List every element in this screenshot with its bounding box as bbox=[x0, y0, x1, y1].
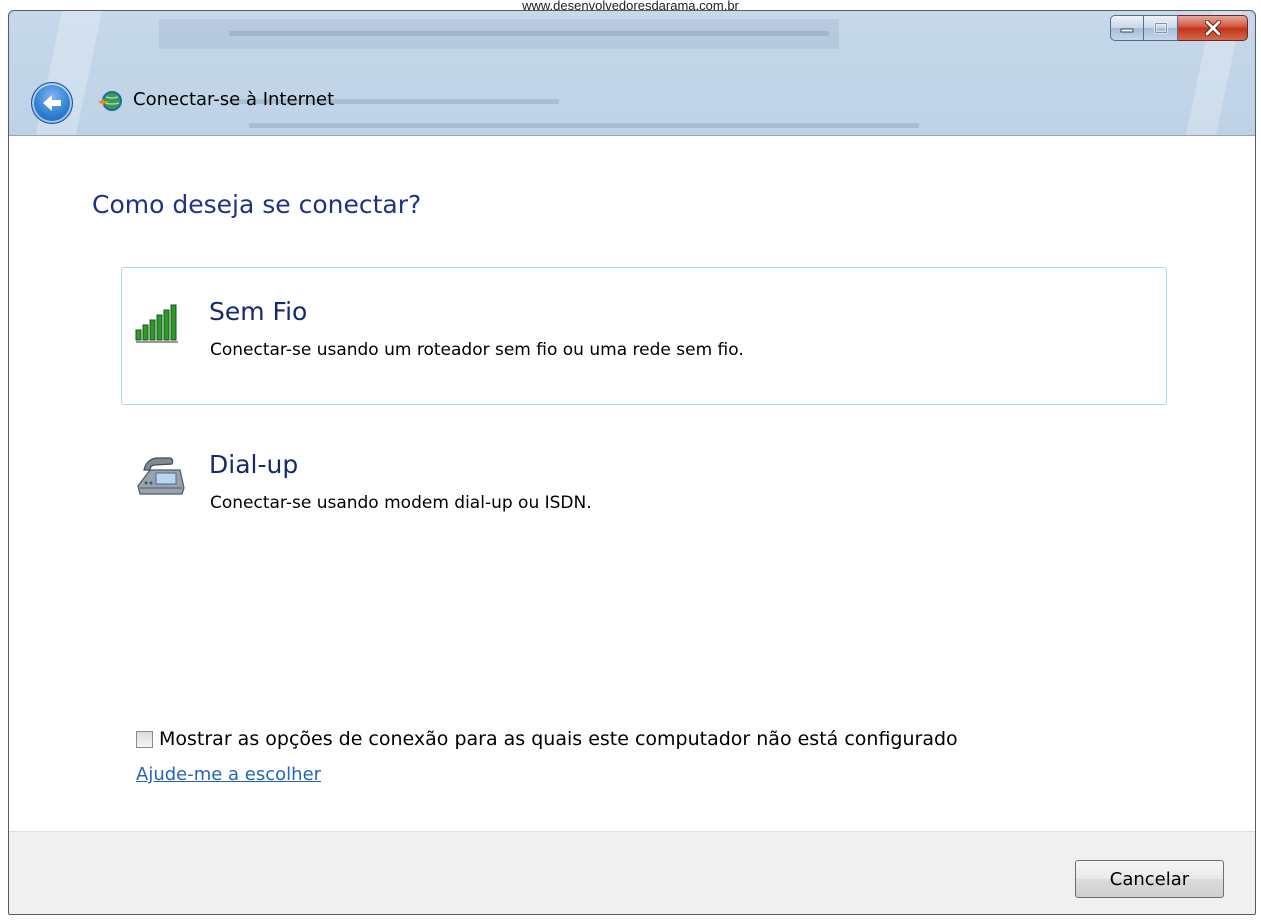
close-icon bbox=[1204, 20, 1221, 36]
connect-dialog-window: Conectar-se à Internet Como deseja se co… bbox=[8, 10, 1256, 915]
cancel-button[interactable]: Cancelar bbox=[1075, 860, 1224, 898]
telephone-modem-icon bbox=[137, 457, 185, 495]
show-options-checkbox[interactable] bbox=[136, 730, 153, 748]
show-options-label[interactable]: Mostrar as opções de conexão para as qua… bbox=[159, 728, 958, 750]
show-options-row: Mostrar as opções de conexão para as qua… bbox=[136, 728, 958, 750]
background-window-shadow bbox=[229, 31, 829, 36]
option-description: Conectar-se usando modem dial-up ou ISDN… bbox=[210, 493, 592, 513]
minimize-icon bbox=[1120, 28, 1134, 33]
page-heading: Como deseja se conectar? bbox=[92, 190, 422, 219]
watermark-text: www.desenvolvedoresdarama.com.br bbox=[522, 0, 739, 12]
minimize-button[interactable] bbox=[1110, 15, 1144, 41]
maximize-button[interactable] bbox=[1144, 15, 1178, 41]
dialog-footer: Cancelar bbox=[9, 831, 1255, 914]
maximize-icon bbox=[1154, 22, 1167, 34]
back-arrow-icon bbox=[43, 95, 61, 111]
background-window-shadow bbox=[249, 123, 919, 128]
back-button[interactable] bbox=[31, 82, 73, 124]
wireless-signal-icon bbox=[135, 304, 178, 343]
option-title: Sem Fio bbox=[209, 297, 308, 326]
dialog-content: Como deseja se conectar? Sem Fio Conecta… bbox=[9, 135, 1255, 831]
option-dialup[interactable]: Dial-up Conectar-se usando modem dial-up… bbox=[121, 419, 1167, 557]
option-description: Conectar-se usando um roteador sem fio o… bbox=[210, 340, 744, 360]
help-me-choose-link[interactable]: Ajude-me a escolher bbox=[136, 764, 321, 785]
option-wireless[interactable]: Sem Fio Conectar-se usando um roteador s… bbox=[121, 267, 1167, 405]
window-controls bbox=[1110, 15, 1248, 41]
network-globe-icon bbox=[98, 91, 122, 111]
close-button[interactable] bbox=[1178, 15, 1248, 41]
window-title: Conectar-se à Internet bbox=[133, 89, 335, 110]
option-title: Dial-up bbox=[209, 450, 299, 479]
